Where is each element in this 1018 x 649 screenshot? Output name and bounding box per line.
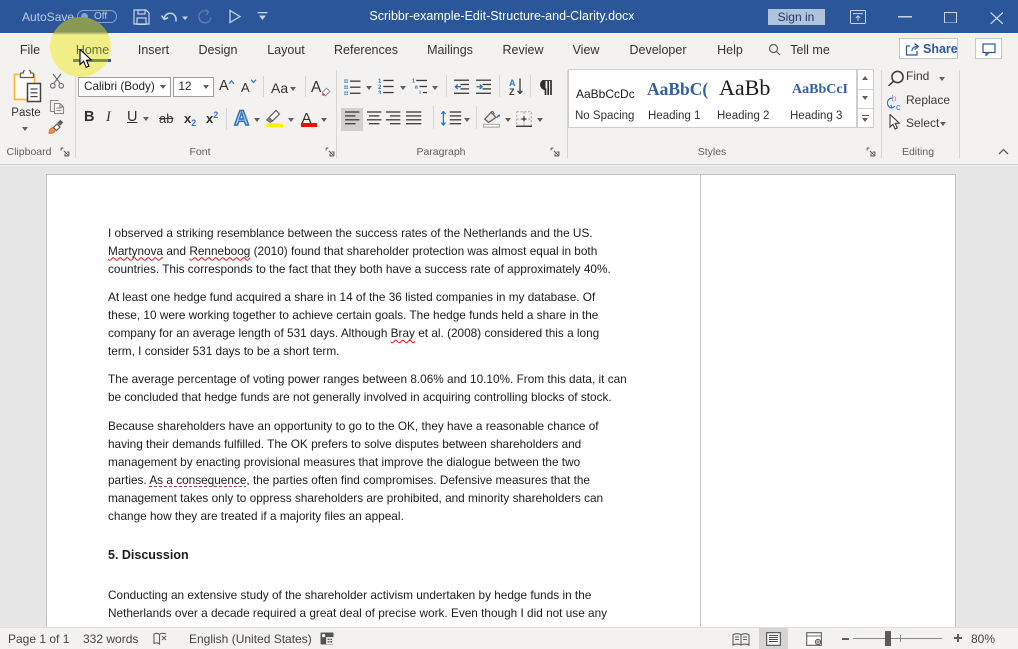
svg-text:Z: Z [509, 87, 515, 96]
svg-text:c: c [896, 102, 901, 111]
svg-text:a: a [415, 85, 419, 91]
svg-text:3: 3 [378, 91, 382, 94]
svg-text:i: i [419, 91, 421, 95]
